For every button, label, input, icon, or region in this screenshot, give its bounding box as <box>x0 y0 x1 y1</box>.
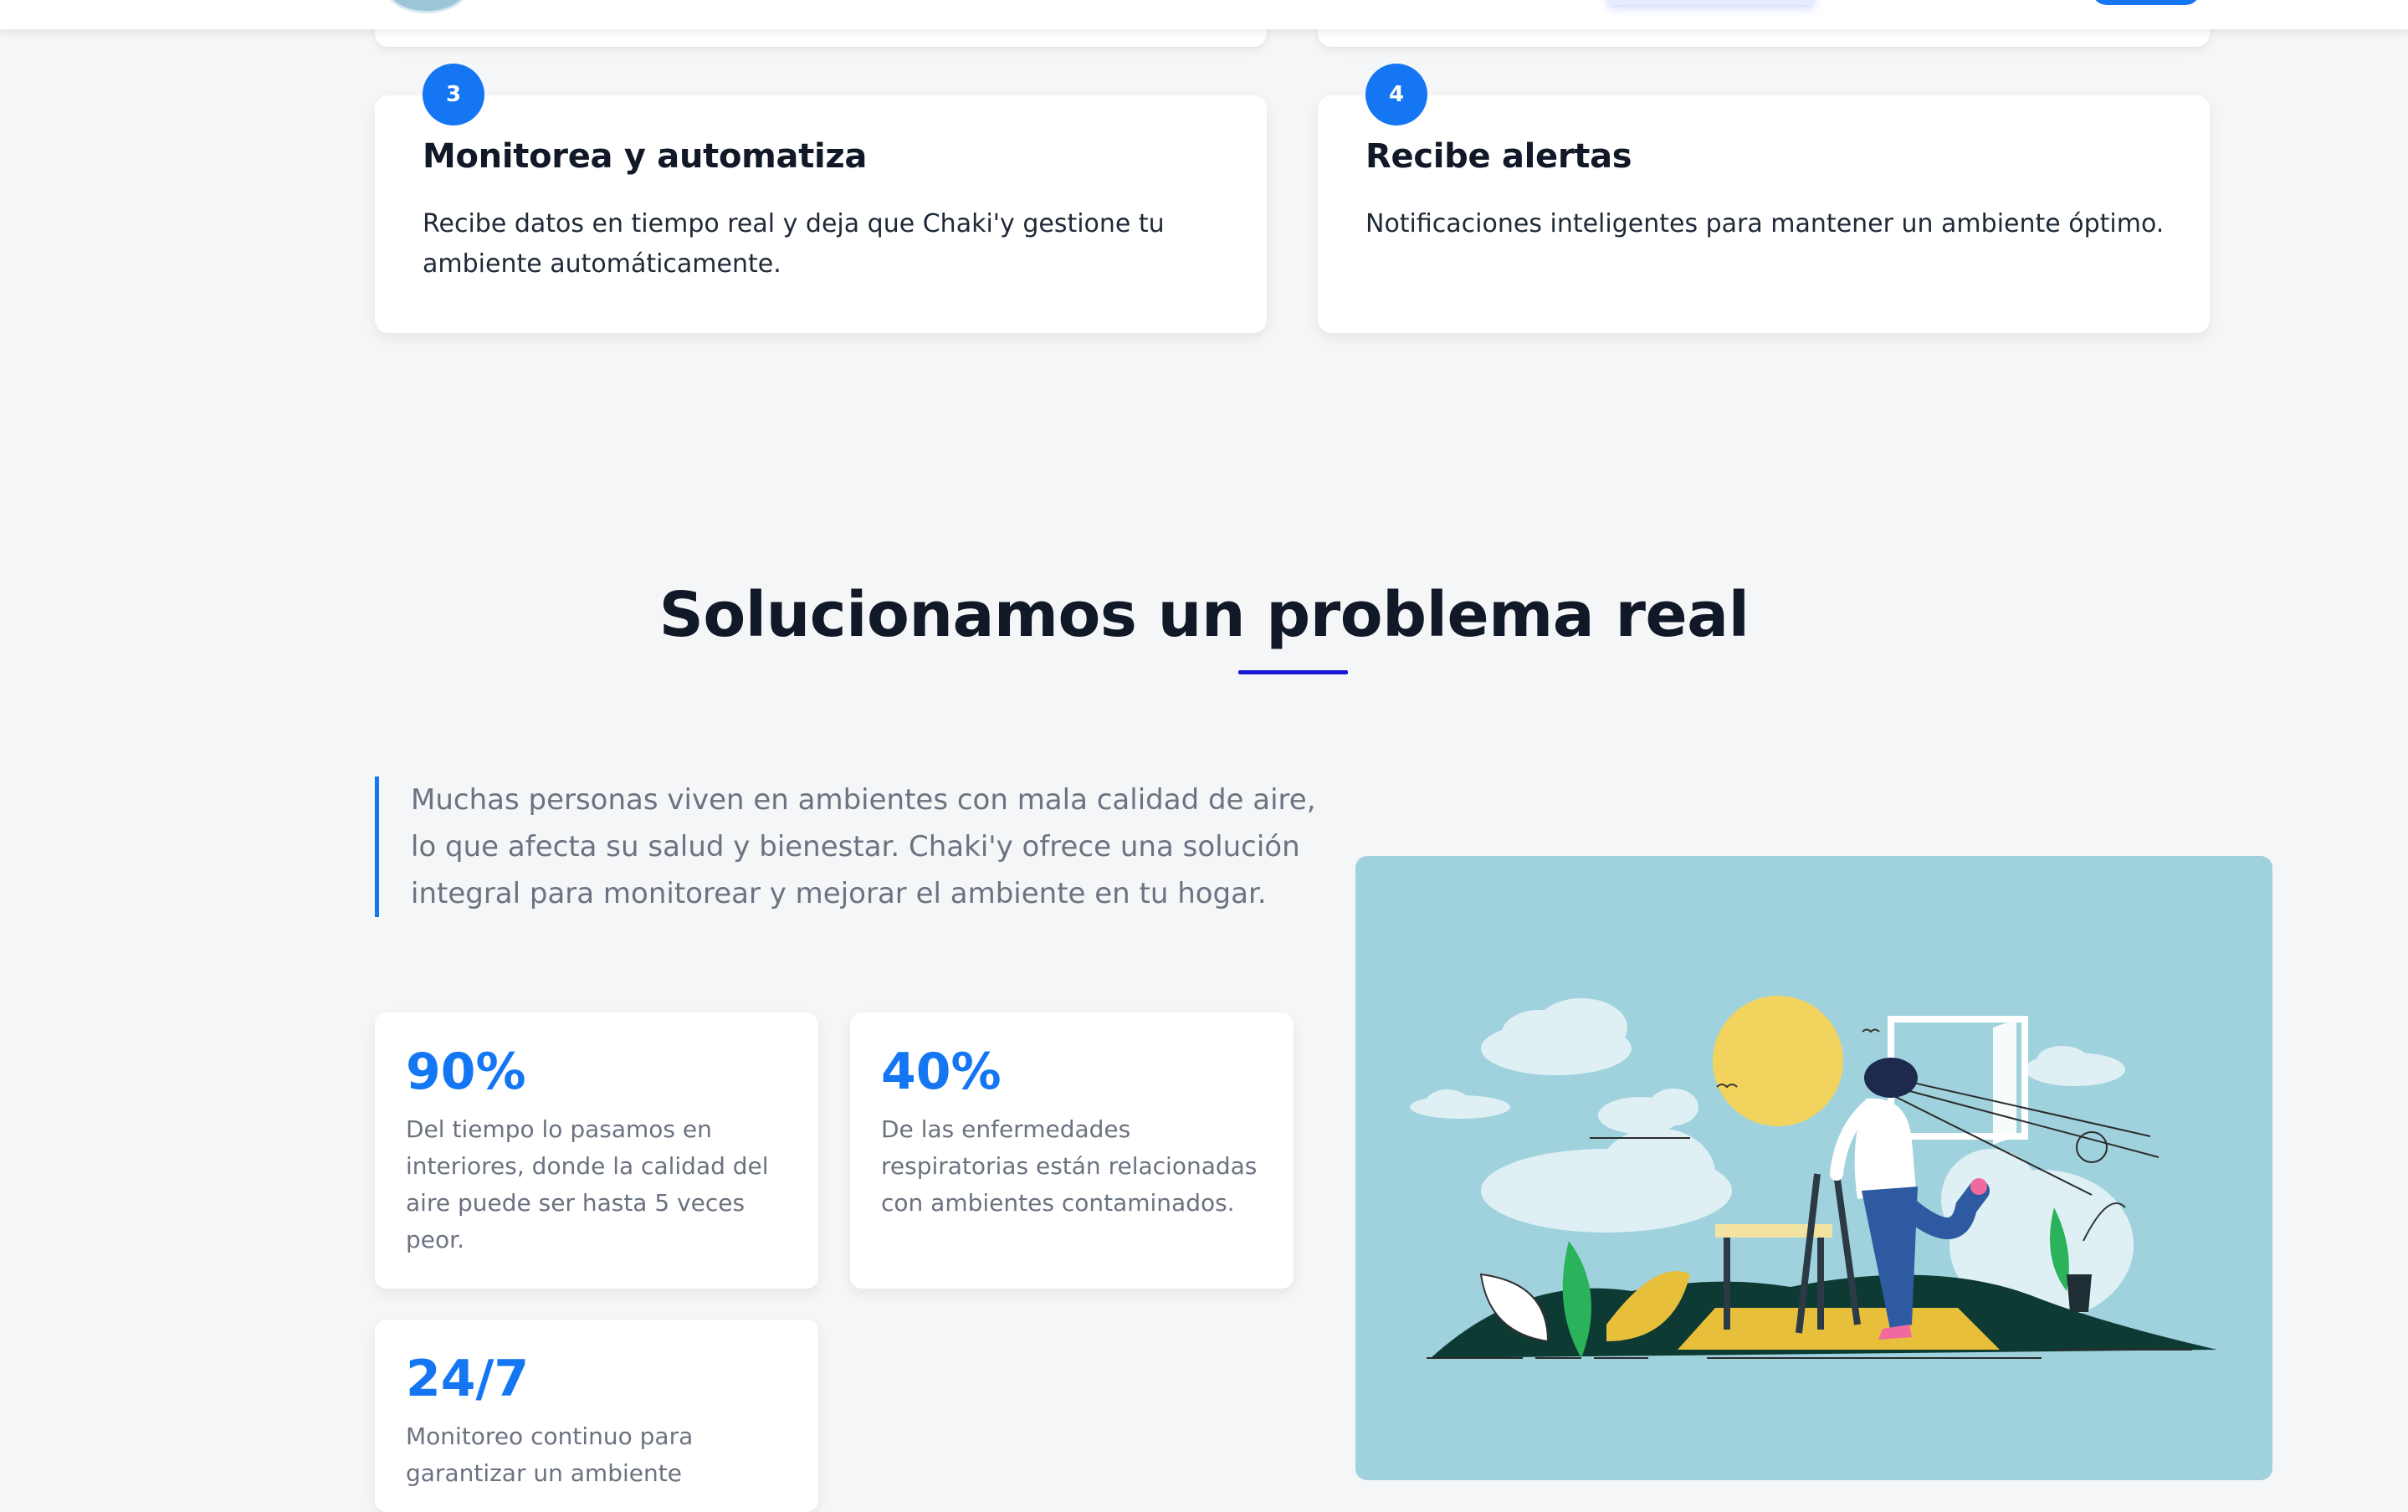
step-description: Notificaciones inteligentes para mantene… <box>1365 209 2165 238</box>
sun-icon <box>1713 996 1843 1126</box>
stat-value: 40% <box>881 1043 1002 1101</box>
step-title: Monitorea y automatiza <box>423 137 868 176</box>
logo-icon[interactable] <box>387 0 467 13</box>
wellness-illustration <box>1355 856 2272 1480</box>
step-number-badge: 3 <box>423 64 484 126</box>
step-description: Recibe datos en tiempo real y deja que C… <box>423 209 1165 279</box>
step-title: Recibe alertas <box>1365 137 1632 176</box>
step-card: 3 Monitorea y automatiza Recibe datos en… <box>375 64 1267 333</box>
step-card: 4 Recibe alertas Notificaciones intelige… <box>1318 64 2210 333</box>
title-underline <box>1238 670 1348 674</box>
stat-card: 90% Del tiempo lo pasamos en interiores,… <box>375 1012 818 1289</box>
section-title: Solucionamos un problema real <box>658 579 1750 651</box>
illustration-svg <box>1410 996 2217 1359</box>
step-number-badge: 4 <box>1365 64 1427 126</box>
top-navbar <box>0 0 2408 29</box>
nav-cta-button[interactable] <box>2092 0 2201 5</box>
stat-value: 24/7 <box>406 1350 530 1408</box>
stat-description: Monitoreo continuo para garantizar un am… <box>406 1422 694 1487</box>
stat-card: 24/7 Monitoreo continuo para garantizar … <box>375 1320 818 1512</box>
stat-description: De las enfermedades respiratorias están … <box>881 1115 1258 1217</box>
stat-card: 40% De las enfermedades respiratorias es… <box>850 1012 1294 1289</box>
stat-description: Del tiempo lo pasamos en interiores, don… <box>406 1115 769 1253</box>
nav-highlight[interactable] <box>1606 0 1816 5</box>
stat-value: 90% <box>406 1043 526 1101</box>
intro-paragraph: Muchas personas viven en ambientes con m… <box>375 777 1331 917</box>
